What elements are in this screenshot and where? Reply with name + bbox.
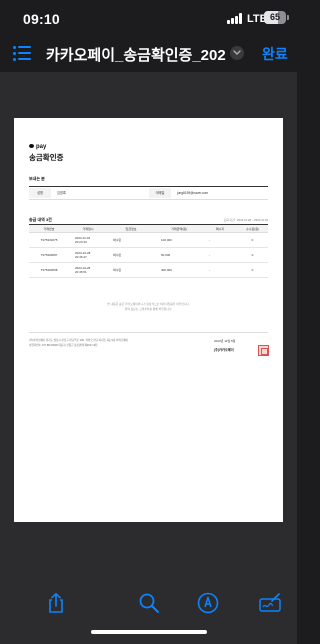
tx-id: T375393658	[29, 262, 69, 278]
status-time: 09:10	[23, 11, 60, 27]
sender-row: 성명 임영록 이메일 jung8159@naver.com	[29, 188, 268, 198]
table-header-row: 거래번호 거래일시 입금정보 거래금액(원) 메시지 수수료(원)	[29, 224, 268, 233]
tx-id: T375333275	[29, 232, 69, 248]
brand-text: pay	[36, 144, 47, 150]
name-label: 성명	[29, 188, 51, 198]
kakaopay-logo: pay	[29, 144, 46, 150]
issuer-name: (주)카카오페이	[214, 348, 234, 352]
status-bar: 09:10 LTE 65	[0, 0, 297, 36]
transactions-table: 거래번호 거래일시 입금정보 거래금액(원) 메시지 수수료(원) T37533…	[29, 224, 268, 278]
tx-datetime: 2023-10-28 20:46:47	[69, 247, 107, 263]
battery-icon: 65	[264, 11, 286, 24]
query-period: 조회 기간 : 2023.10.28 ~ 2023.11.04	[223, 218, 268, 222]
name-value: 임영록	[57, 191, 66, 195]
table-row: T375333275 2023-11-04 20:24:33 박수민 100,0…	[29, 232, 268, 248]
bottom-toolbar	[0, 580, 297, 644]
battery-nub	[287, 15, 289, 20]
page-title: 송금확인증	[29, 153, 64, 162]
search-icon[interactable]	[137, 591, 161, 615]
column-header: 거래금액(원)	[155, 224, 203, 233]
nav-bar: 카카오페이_송금확인증_20231… 완료	[0, 36, 297, 72]
row-divider	[29, 199, 268, 200]
tx-amount: 50,000	[155, 247, 203, 263]
signature-icon[interactable]	[258, 591, 282, 615]
sender-section-title: 보내는 분	[29, 176, 45, 181]
document-title[interactable]: 카카오페이_송금확인증_20231…	[46, 44, 226, 65]
tx-recipient: 박수민	[107, 262, 155, 278]
company-info: (주)카카오페이 경기도 성남시 분당구 판교역로 166, 카카오 판교 아지…	[29, 339, 129, 347]
tx-recipient: 박수민	[107, 247, 155, 263]
tx-fee: 0	[237, 232, 268, 248]
transactions-section-title: 송금 내역 3건	[29, 217, 52, 222]
footer-divider	[29, 332, 268, 333]
table-row: T375393687 2023-10-28 20:46:47 박수민 50,00…	[29, 247, 268, 263]
markup-icon[interactable]	[196, 591, 220, 615]
pdf-viewer[interactable]: pay 송금확인증 보내는 분 성명 임영록 이메일 jung8159@nave…	[0, 72, 297, 580]
column-header: 입금정보	[107, 224, 155, 233]
column-header: 거래일시	[69, 224, 107, 233]
tx-fee: 0	[237, 247, 268, 263]
tx-amount: 400,000	[155, 262, 203, 278]
pdf-page: pay 송금확인증 보내는 분 성명 임영록 이메일 jung8159@nave…	[14, 118, 283, 522]
home-indicator[interactable]	[91, 630, 207, 634]
share-icon[interactable]	[44, 591, 68, 615]
speech-bubble-icon	[29, 144, 34, 149]
tx-message: -	[203, 262, 237, 278]
done-button[interactable]: 완료	[262, 44, 288, 64]
chevron-down-icon[interactable]	[230, 46, 244, 60]
issue-date: 2023년 11월 5일	[214, 339, 236, 343]
list-icon[interactable]	[13, 45, 31, 61]
tx-message: -	[203, 232, 237, 248]
signal-icon	[227, 13, 244, 24]
tx-datetime: 2023-11-04 20:24:33	[69, 232, 107, 248]
tx-id: T375393687	[29, 247, 69, 263]
tx-message: -	[203, 247, 237, 263]
email-value: jung8159@naver.com	[177, 191, 209, 195]
email-label: 이메일	[149, 188, 171, 198]
battery-level: 65	[269, 12, 280, 22]
column-header: 수수료(원)	[237, 224, 268, 233]
tx-recipient: 박수민	[107, 232, 155, 248]
column-header: 거래번호	[29, 224, 69, 233]
company-seal	[258, 345, 269, 356]
section-divider	[29, 186, 268, 187]
confirmation-notice: 본 내용은 송금 카카오페이머니가 정상적으로 처리되었음을 확인합니다. 위의…	[107, 302, 190, 311]
tx-fee: 0	[237, 262, 268, 278]
table-row: T375393658 2023-10-28 20:45:51 박수민 400,0…	[29, 262, 268, 278]
column-header: 메시지	[203, 224, 237, 233]
tx-amount: 100,000	[155, 232, 203, 248]
tx-datetime: 2023-10-28 20:45:51	[69, 262, 107, 278]
